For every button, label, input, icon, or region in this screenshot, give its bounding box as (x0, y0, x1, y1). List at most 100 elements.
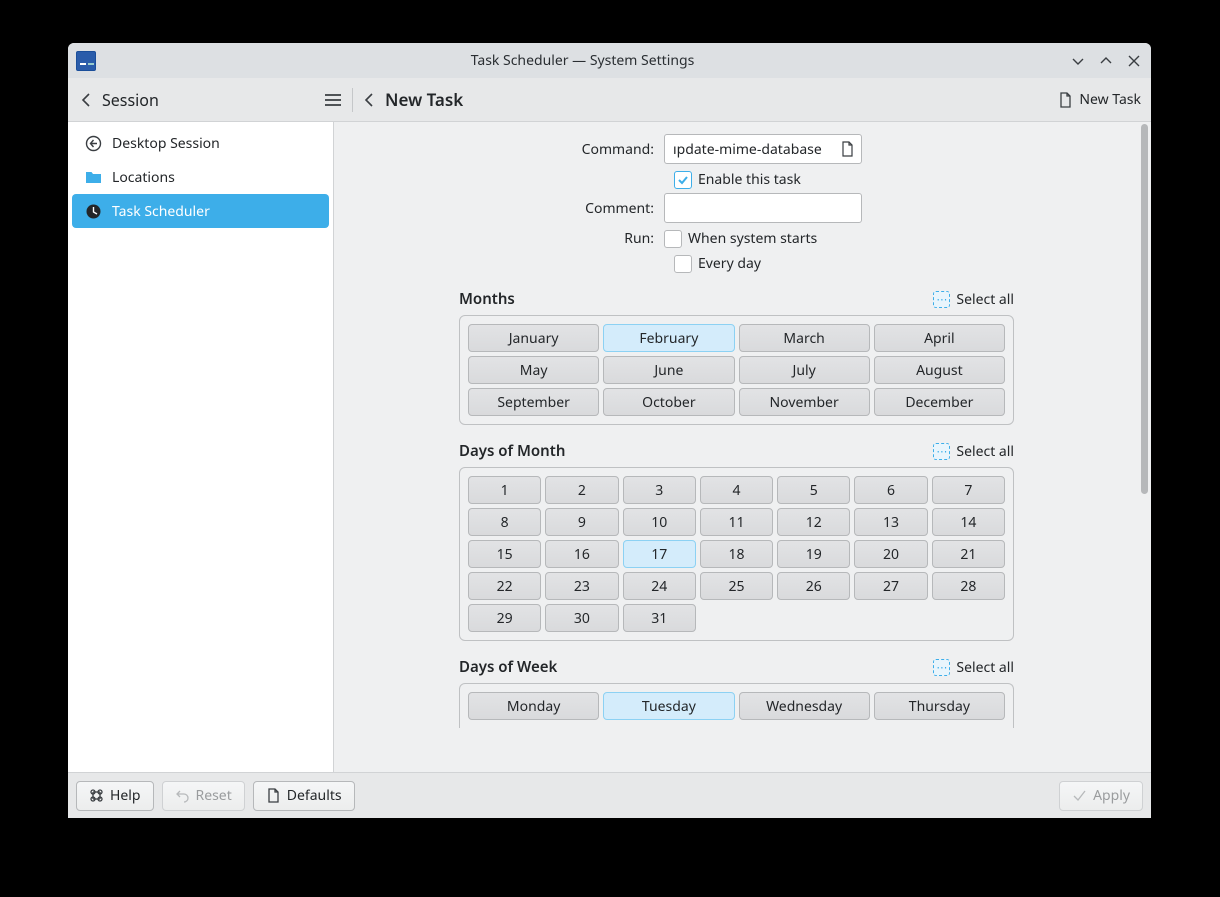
enable-task-row[interactable]: Enable this task (674, 170, 1139, 189)
sidebar-item-desktop-session[interactable]: Desktop Session (72, 126, 329, 160)
month-march[interactable]: March (739, 324, 870, 352)
day-7[interactable]: 7 (932, 476, 1005, 504)
day-12[interactable]: 12 (777, 508, 850, 536)
month-october[interactable]: October (603, 388, 734, 416)
day-3[interactable]: 3 (623, 476, 696, 504)
footer: Help Reset Defaults Apply (68, 772, 1151, 818)
month-january[interactable]: January (468, 324, 599, 352)
month-april[interactable]: April (874, 324, 1005, 352)
command-row: Command: ıpdate-mime-database (334, 134, 1139, 164)
days-month-select-all[interactable]: ⋯ Select all (933, 442, 1014, 461)
weekday-tuesday[interactable]: Tuesday (603, 692, 734, 720)
day-25[interactable]: 25 (700, 572, 773, 600)
folder-icon (84, 168, 102, 186)
titlebar: Task Scheduler — System Settings (68, 43, 1151, 78)
every-day-label: Every day (698, 254, 761, 273)
month-december[interactable]: December (874, 388, 1005, 416)
month-august[interactable]: August (874, 356, 1005, 384)
months-select-all[interactable]: ⋯ Select all (933, 290, 1014, 309)
back-icon[interactable] (78, 91, 96, 109)
day-17[interactable]: 17 (623, 540, 696, 568)
sidebar-item-label: Task Scheduler (112, 202, 210, 221)
new-task-button[interactable]: New Task (1057, 90, 1141, 109)
help-icon (89, 788, 104, 803)
month-february[interactable]: February (603, 324, 734, 352)
page-title: New Task (385, 88, 463, 111)
sidebar-item-locations[interactable]: Locations (72, 160, 329, 194)
day-4[interactable]: 4 (700, 476, 773, 504)
browse-file-icon[interactable] (839, 141, 855, 157)
sidebar-item-label: Desktop Session (112, 134, 220, 153)
logout-icon (84, 134, 102, 152)
command-label: Command: (334, 140, 664, 159)
day-29[interactable]: 29 (468, 604, 541, 632)
minimize-icon[interactable] (1069, 52, 1087, 70)
day-27[interactable]: 27 (854, 572, 927, 600)
comment-input[interactable] (664, 193, 862, 223)
day-26[interactable]: 26 (777, 572, 850, 600)
sidebar-item-label: Locations (112, 168, 175, 187)
day-30[interactable]: 30 (545, 604, 618, 632)
sidebar-item-task-scheduler[interactable]: Task Scheduler (72, 194, 329, 228)
day-21[interactable]: 21 (932, 540, 1005, 568)
reset-button: Reset (162, 781, 245, 811)
days-week-header: Days of Week ⋯ Select all (459, 657, 1014, 677)
page-back-icon[interactable] (361, 91, 379, 109)
maximize-icon[interactable] (1097, 52, 1115, 70)
day-2[interactable]: 2 (545, 476, 618, 504)
month-july[interactable]: July (739, 356, 870, 384)
apply-button: Apply (1059, 781, 1143, 811)
hamburger-menu-icon[interactable] (322, 89, 344, 111)
weekday-wednesday[interactable]: Wednesday (739, 692, 870, 720)
day-5[interactable]: 5 (777, 476, 850, 504)
days-week-title: Days of Week (459, 657, 557, 677)
day-20[interactable]: 20 (854, 540, 927, 568)
month-november[interactable]: November (739, 388, 870, 416)
day-16[interactable]: 16 (545, 540, 618, 568)
help-button[interactable]: Help (76, 781, 154, 811)
month-may[interactable]: May (468, 356, 599, 384)
systemsettings-app-icon (76, 51, 96, 71)
day-23[interactable]: 23 (545, 572, 618, 600)
day-11[interactable]: 11 (700, 508, 773, 536)
enable-task-checkbox[interactable] (674, 171, 692, 189)
undo-icon (175, 788, 190, 803)
day-28[interactable]: 28 (932, 572, 1005, 600)
document-icon (266, 788, 281, 803)
day-22[interactable]: 22 (468, 572, 541, 600)
weekdays-grid: MondayTuesdayWednesdayThursday (459, 683, 1014, 728)
every-day-row[interactable]: Every day (674, 254, 1139, 273)
command-input[interactable]: ıpdate-mime-database (664, 134, 862, 164)
section-label[interactable]: Session (102, 89, 159, 111)
select-all-icon: ⋯ (933, 291, 950, 308)
days-month-header: Days of Month ⋯ Select all (459, 441, 1014, 461)
select-all-icon: ⋯ (933, 443, 950, 460)
day-19[interactable]: 19 (777, 540, 850, 568)
scrollbar-thumb[interactable] (1141, 124, 1148, 494)
when-starts-checkbox[interactable] (664, 230, 682, 248)
day-1[interactable]: 1 (468, 476, 541, 504)
day-15[interactable]: 15 (468, 540, 541, 568)
defaults-button[interactable]: Defaults (253, 781, 355, 811)
weekday-thursday[interactable]: Thursday (874, 692, 1005, 720)
every-day-checkbox[interactable] (674, 255, 692, 273)
months-header: Months ⋯ Select all (459, 289, 1014, 309)
days-week-select-all[interactable]: ⋯ Select all (933, 658, 1014, 677)
day-24[interactable]: 24 (623, 572, 696, 600)
close-icon[interactable] (1125, 52, 1143, 70)
day-9[interactable]: 9 (545, 508, 618, 536)
month-september[interactable]: September (468, 388, 599, 416)
day-13[interactable]: 13 (854, 508, 927, 536)
weekday-monday[interactable]: Monday (468, 692, 599, 720)
month-june[interactable]: June (603, 356, 734, 384)
months-title: Months (459, 289, 515, 309)
day-6[interactable]: 6 (854, 476, 927, 504)
months-grid: JanuaryFebruaryMarchApril MayJuneJulyAugu… (459, 315, 1014, 425)
scrollbar[interactable] (1139, 122, 1151, 772)
comment-label: Comment: (334, 199, 664, 218)
day-14[interactable]: 14 (932, 508, 1005, 536)
day-18[interactable]: 18 (700, 540, 773, 568)
day-31[interactable]: 31 (623, 604, 696, 632)
day-10[interactable]: 10 (623, 508, 696, 536)
day-8[interactable]: 8 (468, 508, 541, 536)
